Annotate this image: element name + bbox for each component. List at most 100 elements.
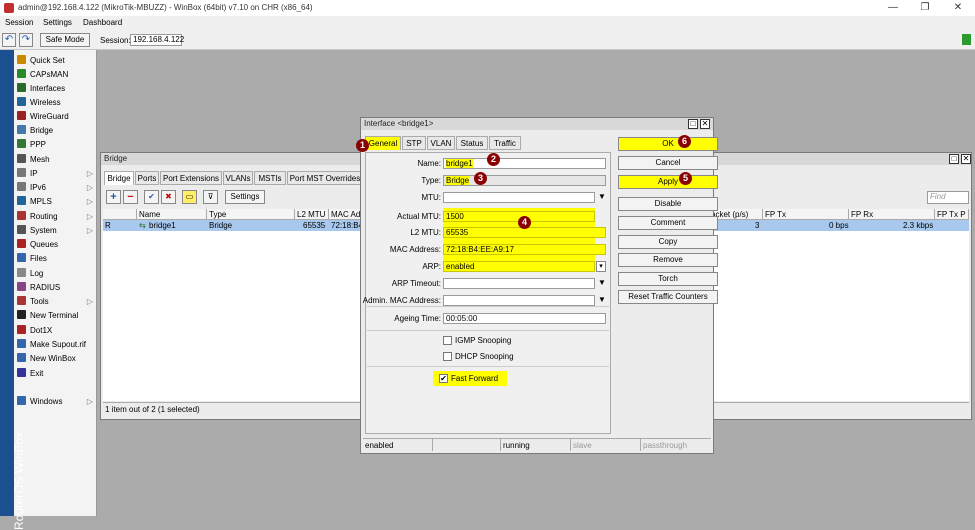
dialog-status-bar: enabled running slave passthrough	[363, 438, 711, 451]
menu-settings[interactable]: Settings	[43, 18, 72, 27]
step-badge-2: 2	[487, 153, 500, 166]
fast-forward-checkbox[interactable]: ✔	[439, 374, 448, 383]
sidebar-item-tools[interactable]: Tools ▷	[17, 295, 97, 308]
find-input[interactable]: Find	[927, 191, 969, 204]
col-flag[interactable]	[103, 209, 137, 220]
sidebar-item-bridge[interactable]: Bridge	[17, 124, 97, 137]
cancel-button[interactable]: Cancel	[618, 156, 718, 170]
sidebar-item-routing[interactable]: Routing ▷	[17, 210, 97, 223]
disable-button[interactable]: ✖	[161, 190, 176, 204]
arp-dropdown-icon[interactable]: ▾	[596, 261, 606, 272]
status-slave: slave	[571, 439, 641, 451]
name-input[interactable]: bridge1	[443, 158, 606, 169]
comment-button[interactable]: Comment	[618, 216, 718, 230]
bridge-restore-icon[interactable]: □	[949, 154, 959, 164]
sidebar-item-ipv6[interactable]: IPv6 ▷	[17, 181, 97, 194]
submenu-arrow-icon: ▷	[86, 183, 93, 192]
sidebar-item-quick-set[interactable]: Quick Set	[17, 54, 97, 67]
settings-button[interactable]: Settings	[225, 190, 265, 204]
tab-mstis[interactable]: MSTIs	[254, 171, 286, 185]
ok-button[interactable]: OK	[618, 137, 718, 151]
dhcp-snooping-checkbox[interactable]	[443, 352, 452, 361]
mtu-dropdown-icon[interactable]: ▼	[598, 192, 606, 201]
sidebar-item-ip[interactable]: IP ▷	[17, 167, 97, 180]
arp-timeout-dropdown-icon[interactable]: ▼	[598, 278, 606, 287]
dialog-close-icon[interactable]: ✕	[700, 119, 710, 129]
enable-button[interactable]: ✔	[144, 190, 159, 204]
sidebar-item-label: IP	[30, 169, 38, 178]
close-button[interactable]: ✕	[945, 1, 971, 15]
torch-button[interactable]: Torch	[618, 272, 718, 286]
tab-port-mst-overrides[interactable]: Port MST Overrides	[287, 171, 363, 185]
sidebar-item-capsman[interactable]: CAPsMAN	[17, 68, 97, 81]
toolbar: ↶ ↷ Safe Mode Session: 192.168.4.122	[0, 30, 975, 50]
session-input[interactable]: 192.168.4.122	[130, 34, 184, 46]
sidebar-item-new-winbox[interactable]: New WinBox	[17, 352, 97, 365]
admin-mac-input[interactable]	[443, 295, 595, 306]
row-fp-rx: 2.3 kbps	[903, 221, 934, 230]
sidebar-item-mpls[interactable]: MPLS ▷	[17, 195, 97, 208]
filter-button[interactable]: ⊽	[203, 190, 218, 204]
sidebar-item-windows[interactable]: Windows ▷	[17, 395, 97, 408]
col-type[interactable]: Type	[207, 209, 295, 220]
sidebar-item-interfaces[interactable]: Interfaces	[17, 82, 97, 95]
sidebar-item-queues[interactable]: Queues	[17, 238, 97, 251]
tab-stp[interactable]: STP	[402, 136, 426, 150]
dialog-restore-icon[interactable]: □	[688, 119, 698, 129]
sidebar-item-ppp[interactable]: PPP	[17, 138, 97, 151]
row-mac: 72:18:B4	[331, 221, 364, 230]
row-l2mtu: 65535	[303, 221, 326, 230]
menu-session[interactable]: Session	[5, 18, 33, 27]
tab-general[interactable]: General	[365, 136, 401, 150]
window-title: admin@192.168.4.122 (MikroTik-MBUZZ) - W…	[18, 3, 313, 12]
admin-mac-label: Admin. MAC Address:	[362, 296, 441, 305]
remove-button[interactable]: −	[123, 190, 138, 204]
apply-button[interactable]: Apply	[618, 175, 718, 189]
tab-status[interactable]: Status	[456, 136, 488, 150]
maximize-button[interactable]: ❐	[912, 1, 938, 15]
sidebar-item-new-terminal[interactable]: New Terminal	[17, 309, 97, 322]
sidebar-item-system[interactable]: System ▷	[17, 224, 97, 237]
admin-mac-dropdown-icon[interactable]: ▼	[598, 295, 606, 304]
ageing-time-input[interactable]: 00:05:00	[443, 313, 606, 324]
col-fp-rx[interactable]: FP Rx	[849, 209, 935, 220]
mtu-input[interactable]	[443, 192, 595, 203]
safe-mode-button[interactable]: Safe Mode	[40, 33, 90, 47]
menu-dashboard[interactable]: Dashboard	[83, 18, 122, 27]
igmp-snooping-checkbox[interactable]	[443, 336, 452, 345]
bridge-close-icon[interactable]: ✕	[961, 154, 971, 164]
tab-ports[interactable]: Ports	[135, 171, 159, 185]
tab-traffic[interactable]: Traffic	[489, 136, 521, 150]
minimize-button[interactable]: —	[880, 1, 906, 15]
copy-button[interactable]: Copy	[618, 235, 718, 249]
undo-button[interactable]: ↶	[2, 33, 16, 47]
redo-button[interactable]: ↷	[19, 33, 33, 47]
sidebar-item-log[interactable]: Log	[17, 267, 97, 280]
col-l2mtu[interactable]: L2 MTU	[295, 209, 329, 220]
sidebar-item-mesh[interactable]: Mesh	[17, 153, 97, 166]
comment-button[interactable]: ▭	[182, 190, 197, 204]
arp-select[interactable]: enabled	[443, 261, 595, 272]
sidebar-item-exit[interactable]: Exit	[17, 367, 97, 380]
sidebar-item-wireguard[interactable]: WireGuard	[17, 110, 97, 123]
remove-button[interactable]: Remove	[618, 253, 718, 267]
tab-vlans[interactable]: VLANs	[223, 171, 253, 185]
sidebar-item-dot1x[interactable]: Dot1X	[17, 324, 97, 337]
add-button[interactable]: +	[106, 190, 121, 204]
queues-icon	[17, 239, 26, 248]
col-mac[interactable]: MAC Add	[329, 209, 363, 220]
disable-button[interactable]: Disable	[618, 197, 718, 211]
col-fp-tx-p[interactable]: FP Tx P	[935, 209, 969, 220]
sidebar-item-wireless[interactable]: Wireless	[17, 96, 97, 109]
arp-timeout-input[interactable]	[443, 278, 595, 289]
reset-traffic-counters-button[interactable]: Reset Traffic Counters	[618, 290, 718, 304]
tab-bridge[interactable]: Bridge	[104, 171, 134, 185]
sidebar-item-label: Tools	[30, 297, 49, 306]
tab-vlan[interactable]: VLAN	[427, 136, 455, 150]
col-fp-tx[interactable]: FP Tx	[763, 209, 849, 220]
col-name[interactable]: Name	[137, 209, 207, 220]
sidebar-item-files[interactable]: Files	[17, 252, 97, 265]
sidebar-item-make-supout-rif[interactable]: Make Supout.rif	[17, 338, 97, 351]
sidebar-item-radius[interactable]: RADIUS	[17, 281, 97, 294]
tab-port-extensions[interactable]: Port Extensions	[160, 171, 222, 185]
